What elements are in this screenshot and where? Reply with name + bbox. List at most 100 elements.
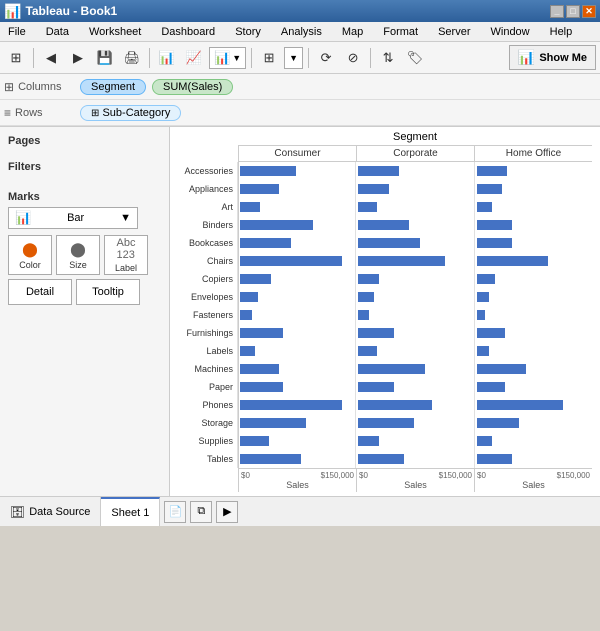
sheet1-tab[interactable]: Sheet 1	[101, 497, 160, 526]
maximize-button[interactable]: □	[566, 5, 580, 18]
size-button[interactable]: ⬤ Size	[56, 235, 100, 275]
bar-panel	[355, 378, 473, 396]
toolbar-datasource-button[interactable]: ⊞	[257, 46, 281, 70]
detail-label: Detail	[26, 286, 54, 298]
col-header-consumer: Consumer	[239, 146, 357, 162]
workspace: Pages Filters Marks 📊 Bar ▼ ⬤ Color ⬤ Si…	[0, 127, 600, 496]
bar-panel	[474, 342, 592, 360]
menu-data[interactable]: Data	[42, 24, 73, 40]
bar-panel	[474, 414, 592, 432]
bar-label: Paper	[179, 382, 237, 392]
chart-type-combo[interactable]: 📊 ▼	[209, 47, 246, 69]
bar-panel	[355, 342, 473, 360]
toolbar-back-button[interactable]: ◀	[39, 46, 63, 70]
bar	[358, 346, 376, 356]
columns-pill-segment[interactable]: Segment	[80, 79, 146, 95]
axis-label-0-2: $0	[359, 471, 368, 480]
minimize-button[interactable]: _	[550, 5, 564, 18]
menu-worksheet[interactable]: Worksheet	[85, 24, 145, 40]
bar	[240, 346, 255, 356]
menu-file[interactable]: File	[4, 24, 30, 40]
bar-panel	[355, 180, 473, 198]
bar-panel	[355, 198, 473, 216]
menu-analysis[interactable]: Analysis	[277, 24, 326, 40]
bar	[358, 364, 424, 374]
bar	[477, 292, 489, 302]
bar	[240, 202, 260, 212]
bar-panel	[474, 360, 592, 378]
bar	[477, 310, 485, 320]
menu-format[interactable]: Format	[379, 24, 422, 40]
columns-icon: ⊞	[4, 80, 14, 94]
toolbar-sort-button[interactable]: ⇅	[376, 46, 400, 70]
menu-server[interactable]: Server	[434, 24, 474, 40]
toolbar-chart1-button[interactable]: 📊	[155, 46, 179, 70]
label-button[interactable]: Abc123 Label	[104, 235, 148, 275]
bar-label: Machines	[179, 364, 237, 374]
columns-pill-sales[interactable]: SUM(Sales)	[152, 79, 233, 95]
present-icon: ▶	[223, 505, 231, 518]
color-button[interactable]: ⬤ Color	[8, 235, 52, 275]
dup-sheet-icon: ⧉	[197, 505, 205, 518]
toolbar-pause-button[interactable]: ⊘	[341, 46, 365, 70]
bar-panel	[355, 450, 473, 468]
toolbar-print-button[interactable]: 🖨	[120, 46, 144, 70]
new-sheet-button[interactable]: 📄	[164, 501, 186, 523]
rows-label: ≡ Rows	[4, 106, 74, 120]
axis-title-2: Sales	[357, 480, 474, 490]
color-label: Color	[19, 260, 41, 270]
bar-label: Envelopes	[179, 292, 237, 302]
axis-label-0-3: $0	[477, 471, 486, 480]
bar-panel	[355, 234, 473, 252]
bar-label: Copiers	[179, 274, 237, 284]
bar-panel	[237, 360, 355, 378]
toolbar-separator-4	[308, 48, 309, 68]
menu-window[interactable]: Window	[487, 24, 534, 40]
toolbar-save-button[interactable]: 💾	[93, 46, 117, 70]
dup-sheet-button[interactable]: ⧉	[190, 501, 212, 523]
bar	[477, 184, 502, 194]
bar	[477, 166, 508, 176]
bar	[358, 256, 445, 266]
marks-buttons-grid: ⬤ Color ⬤ Size Abc123 Label	[8, 235, 161, 275]
toolbar-home-button[interactable]: ⊞	[4, 46, 28, 70]
mark-type-dropdown[interactable]: 📊 Bar ▼	[8, 207, 138, 229]
menu-map[interactable]: Map	[338, 24, 367, 40]
bar-row: Furnishings	[239, 324, 592, 342]
bar	[477, 220, 513, 230]
bar	[358, 400, 431, 410]
show-me-button[interactable]: 📊 Show Me	[509, 45, 596, 70]
bar-panel	[237, 396, 355, 414]
bar-row: Copiers	[239, 270, 592, 288]
bar	[358, 274, 378, 284]
toolbar-label-button[interactable]: 🏷	[403, 46, 427, 70]
toolbar-forward-button[interactable]: ▶	[66, 46, 90, 70]
bar-panel	[355, 396, 473, 414]
bar	[358, 328, 394, 338]
rows-pill-subcategory[interactable]: ⊞ Sub-Category	[80, 105, 181, 121]
detail-button[interactable]: Detail	[8, 279, 72, 305]
close-button[interactable]: ✕	[582, 5, 596, 18]
tooltip-button[interactable]: Tooltip	[76, 279, 140, 305]
menu-story[interactable]: Story	[231, 24, 265, 40]
menu-help[interactable]: Help	[546, 24, 577, 40]
datasource-combo[interactable]: ▼	[284, 47, 303, 69]
menu-dashboard[interactable]: Dashboard	[157, 24, 219, 40]
bar-panel	[237, 162, 355, 180]
data-source-tab[interactable]: 🗄 Data Source	[0, 497, 101, 526]
toolbar-chart2-button[interactable]: 📈	[182, 46, 206, 70]
mark-type-icon: 📊	[15, 210, 31, 226]
bar-panel	[355, 162, 473, 180]
bar	[240, 238, 291, 248]
bar-label: Furnishings	[179, 328, 237, 338]
window-title: Tableau - Book1	[25, 4, 117, 18]
bar	[477, 382, 506, 392]
bar-panel	[474, 306, 592, 324]
bar-label: Tables	[179, 454, 237, 464]
app-icon: 📊	[4, 3, 21, 20]
present-button[interactable]: ▶	[216, 501, 238, 523]
toolbar-refresh-button[interactable]: ⟳	[314, 46, 338, 70]
bar	[240, 292, 258, 302]
segment-header: Segment	[238, 131, 592, 143]
bar	[358, 238, 419, 248]
